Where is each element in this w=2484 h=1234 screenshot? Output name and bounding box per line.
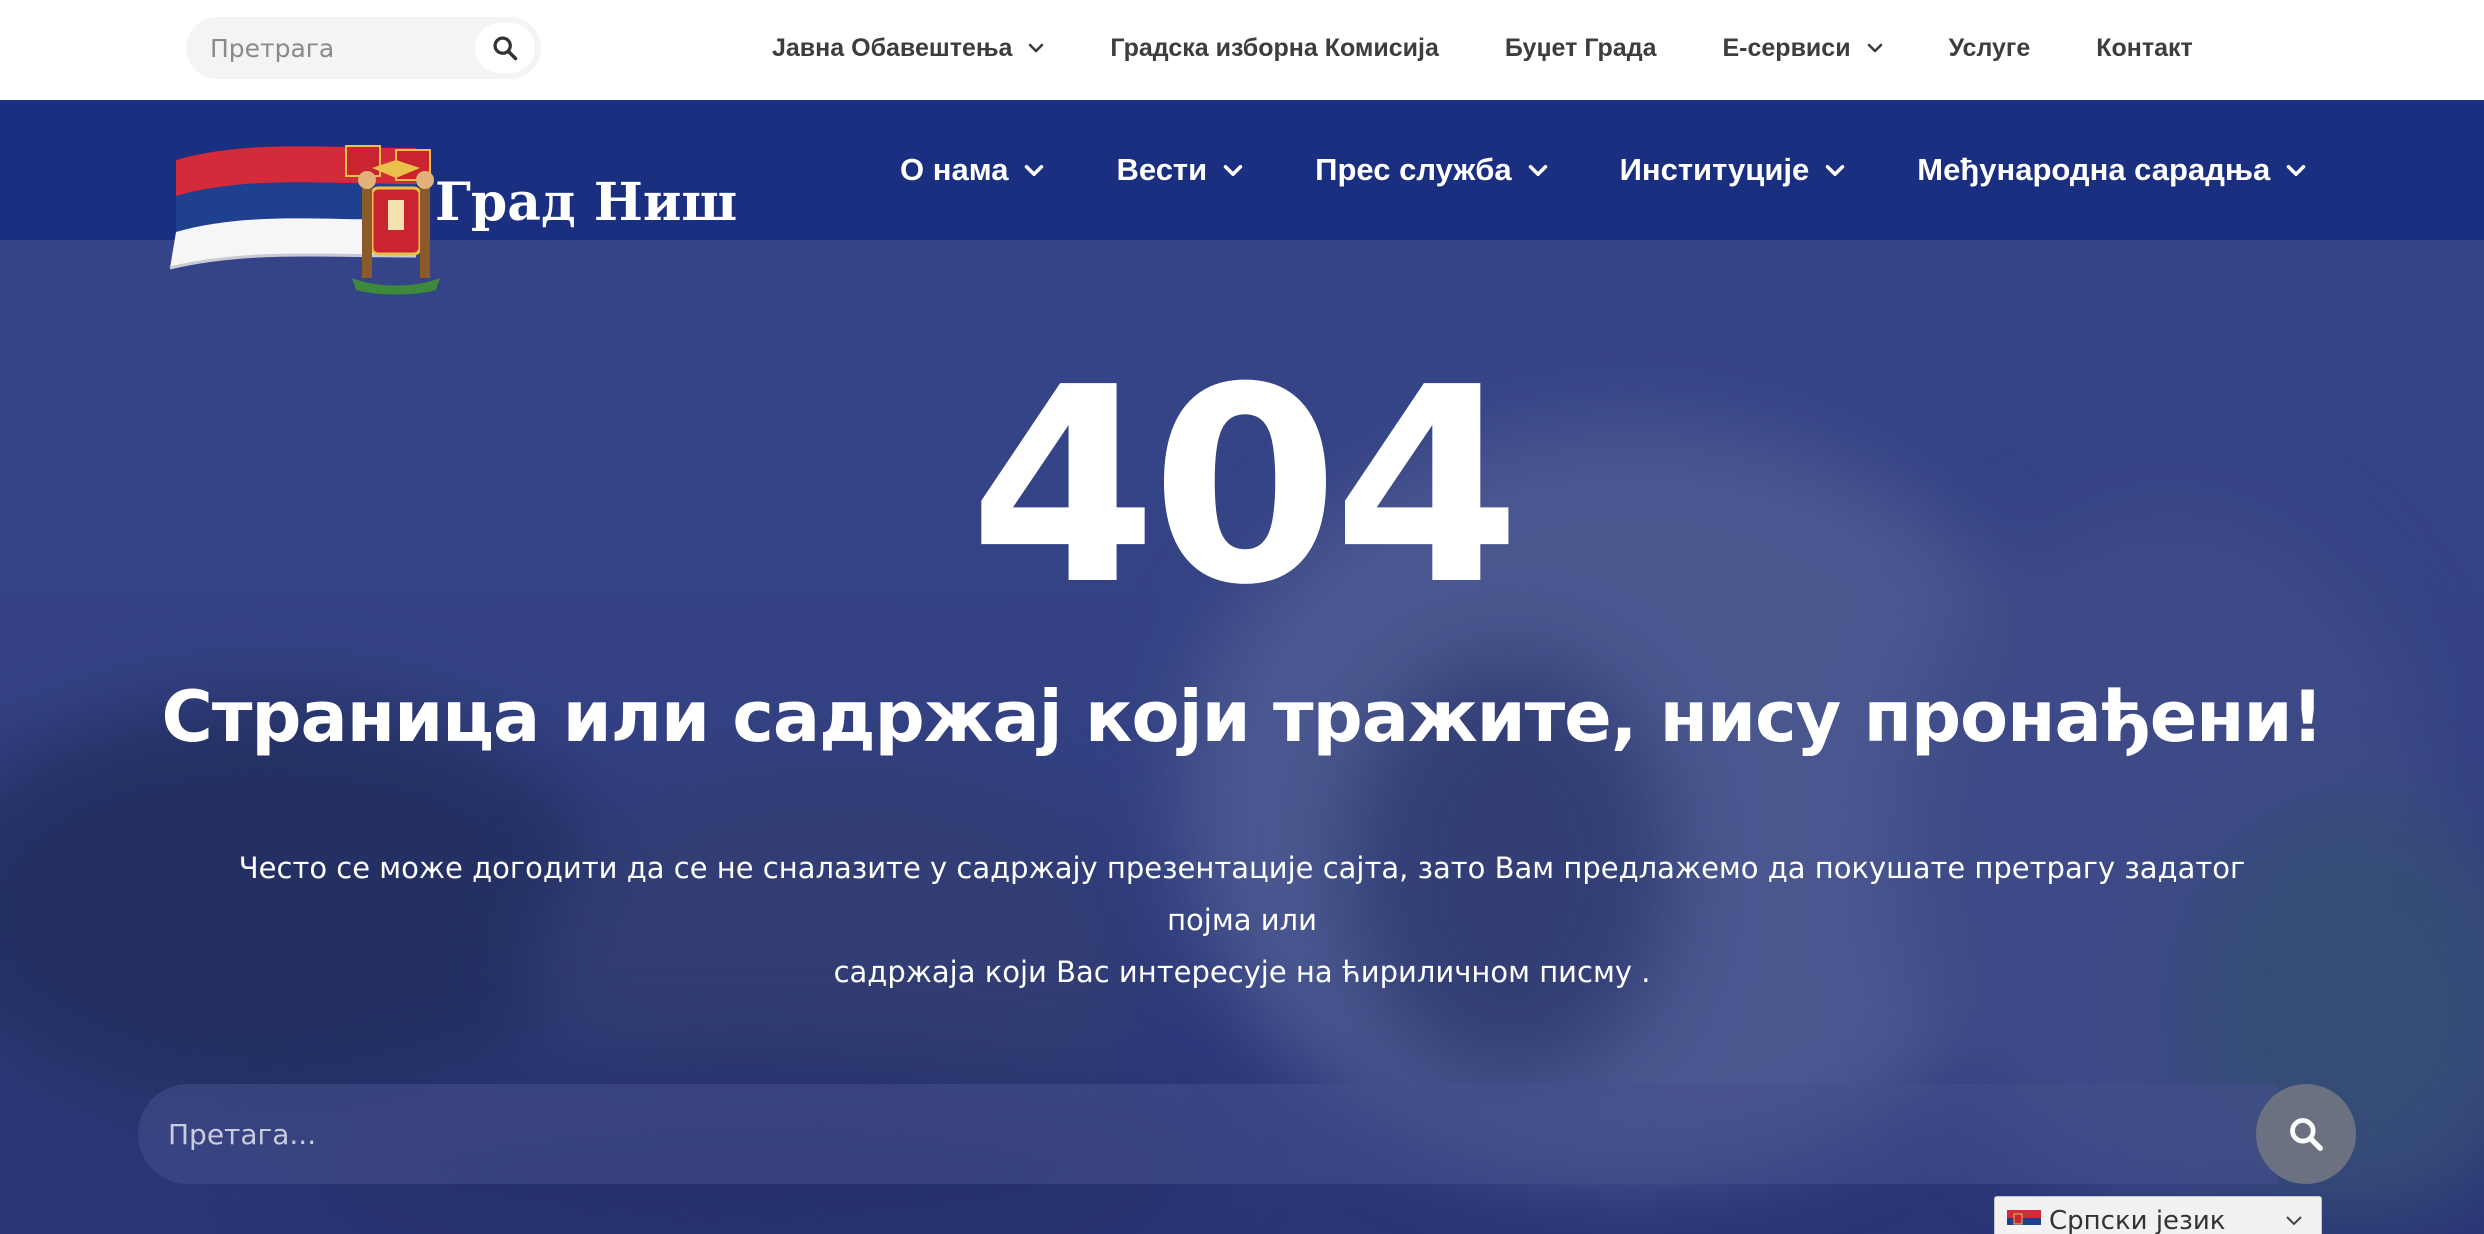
chevron-down-icon — [1029, 43, 1044, 53]
city-name[interactable]: Град Ниш — [435, 172, 737, 233]
hero-search — [138, 1084, 2356, 1184]
hero-search-field — [138, 1084, 2278, 1184]
top-nav-item-label: Е-сервиси — [1722, 33, 1851, 62]
main-nav-item[interactable]: Институције — [1620, 152, 1846, 188]
error-headline: Страница или садржај који тражите, нису … — [161, 676, 2323, 758]
error-code: 404 — [969, 329, 1521, 644]
main-nav-item-label: О нама — [900, 152, 1009, 187]
main-nav-item[interactable]: О нама — [900, 152, 1044, 188]
top-nav-item-label: Контакт — [2096, 33, 2193, 62]
serbian-flag-icon — [2007, 1210, 2041, 1232]
main-nav-item[interactable]: Прес служба — [1315, 152, 1547, 188]
top-nav-item-label: Буџет Града — [1504, 33, 1657, 62]
top-nav-item-label: Услуге — [1948, 33, 2031, 62]
top-search — [186, 17, 541, 79]
main-nav-item-label: Међународна сарадња — [1917, 152, 2271, 187]
language-label: Српски језик — [2049, 1206, 2226, 1234]
description-line: Често се може догодити да се не сналазит… — [238, 851, 2246, 937]
main-nav-item[interactable]: Међународна сарадња — [1917, 152, 2306, 188]
top-nav-item-label: Градска изборна Комисија — [1110, 33, 1439, 62]
language-selector[interactable]: Српски језик — [1994, 1196, 2322, 1234]
top-nav: Јавна Обавештења Градска изборна Комисија… — [772, 0, 2259, 96]
top-nav-item[interactable]: Е-сервиси — [1722, 34, 1882, 63]
main-nav-item-label: Вести — [1116, 152, 1208, 187]
top-nav-item[interactable]: Буџет Града — [1505, 34, 1657, 63]
top-search-button[interactable] — [475, 23, 535, 73]
search-icon — [493, 36, 518, 61]
chevron-down-icon — [2286, 164, 2306, 176]
main-nav-item-label: Прес служба — [1315, 152, 1512, 187]
search-icon — [2290, 1118, 2323, 1151]
main-nav-item-label: Институције — [1619, 152, 1810, 187]
top-nav-item[interactable]: Контакт — [2096, 34, 2193, 63]
chevron-down-icon — [1528, 164, 1547, 176]
top-nav-item[interactable]: Услуге — [1949, 34, 2031, 63]
chevron-down-icon — [2286, 1216, 2302, 1226]
top-utility-bar: Јавна Обавештења Градска изборна Комисија… — [0, 0, 2484, 100]
main-nav: О нама Вести Прес служба Институције Међунар… — [900, 100, 2306, 240]
description-line: садржаја који Вас интересује на ћириличн… — [833, 955, 1651, 989]
chevron-down-icon — [1223, 164, 1243, 176]
chevron-down-icon — [1826, 164, 1845, 176]
hero-search-input[interactable] — [168, 1084, 2248, 1184]
error-description: Често се може догодити да се не сналазит… — [200, 842, 2284, 998]
chevron-down-icon — [1025, 164, 1044, 176]
chevron-down-icon — [1867, 43, 1882, 53]
top-nav-item[interactable]: Градска изборна Комисија — [1110, 34, 1439, 63]
main-nav-item[interactable]: Вести — [1116, 152, 1243, 188]
top-search-input[interactable] — [210, 17, 450, 79]
top-nav-item[interactable]: Јавна Обавештења — [772, 34, 1044, 63]
top-nav-item-label: Јавна Обавештења — [772, 33, 1013, 62]
hero-search-button[interactable] — [2256, 1084, 2356, 1184]
